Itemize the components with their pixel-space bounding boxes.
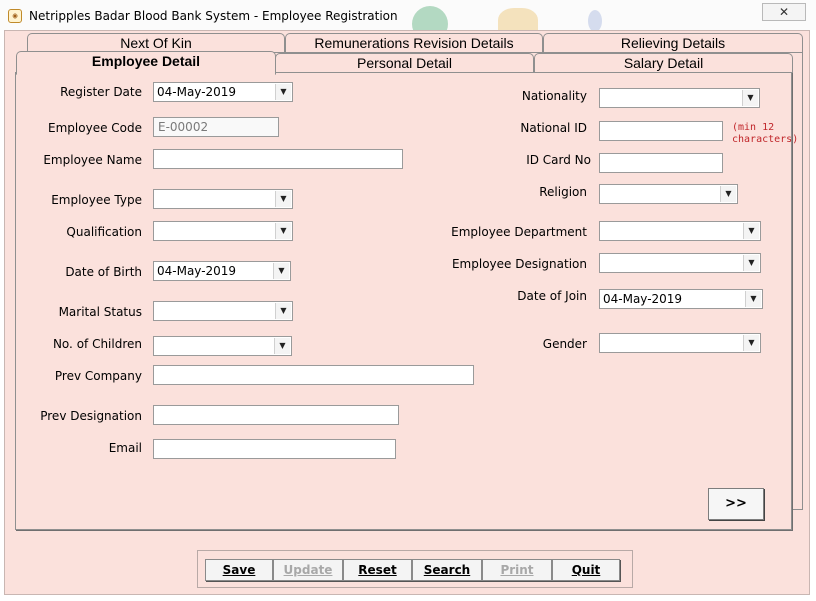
id-card-no-field[interactable] [599,153,723,173]
employee-name-label: Employee Name [43,153,142,167]
employee-department-select[interactable]: ▼ [599,221,761,241]
dropdown-arrow-icon[interactable]: ▼ [275,191,291,207]
employee-type-select[interactable]: ▼ [153,189,293,209]
gender-label: Gender [542,337,587,351]
date-of-birth-picker[interactable]: 04-May-2019 ▼ [153,261,291,281]
register-date-label: Register Date [60,85,142,99]
employee-designation-label: Employee Designation [451,257,587,271]
employee-code-label: Employee Code [48,121,142,135]
religion-select[interactable]: ▼ [599,184,738,204]
date-of-join-label: Date of Join [517,289,587,303]
gender-select[interactable]: ▼ [599,333,761,353]
search-button[interactable]: Search [412,559,482,581]
save-button[interactable]: Save [205,559,273,581]
tab-employee-detail[interactable]: Employee Detail [16,51,276,75]
reset-button[interactable]: Reset [343,559,412,581]
dropdown-arrow-icon[interactable]: ▼ [743,255,759,271]
close-icon: ✕ [778,5,790,19]
nationality-select[interactable]: ▼ [599,88,760,108]
marital-status-label: Marital Status [58,305,142,319]
employee-code-field: E-00002 [153,117,279,137]
no-of-children-label: No. of Children [52,337,142,351]
tab-relieving-details[interactable]: Relieving Details [543,33,803,54]
close-button[interactable]: ✕ [762,3,806,21]
dropdown-arrow-icon[interactable]: ▼ [275,303,291,319]
dropdown-arrow-icon[interactable]: ▼ [275,84,291,100]
date-of-birth-label: Date of Birth [65,265,142,279]
employee-designation-select[interactable]: ▼ [599,253,761,273]
no-of-children-select[interactable]: ▼ [153,336,292,356]
register-date-picker[interactable]: 04-May-2019 ▼ [153,82,293,102]
dropdown-arrow-icon[interactable]: ▼ [275,223,291,239]
next-page-button[interactable]: >> [708,488,764,520]
employee-department-label: Employee Department [451,225,587,239]
nationality-label: Nationality [521,89,587,103]
marital-status-select[interactable]: ▼ [153,301,293,321]
tab-remunerations-revision-details[interactable]: Remunerations Revision Details [285,33,543,54]
dropdown-arrow-icon[interactable]: ▼ [274,338,290,354]
dropdown-arrow-icon[interactable]: ▼ [742,90,758,106]
qualification-label: Qualification [66,225,142,239]
dropdown-arrow-icon[interactable]: ▼ [273,263,289,279]
national-id-hint-line2: characters) [732,134,799,145]
date-of-join-value: 04-May-2019 [603,292,683,306]
national-id-field[interactable] [599,121,723,141]
update-button[interactable]: Update [273,559,343,581]
email-label: Email [108,441,142,455]
dropdown-arrow-icon[interactable]: ▼ [745,291,761,307]
qualification-select[interactable]: ▼ [153,221,293,241]
dropdown-arrow-icon[interactable]: ▼ [743,335,759,351]
employee-type-label: Employee Type [51,193,142,207]
id-card-no-label: ID Card No [526,153,591,167]
prev-company-label: Prev Company [54,369,142,383]
tab-personal-detail[interactable]: Personal Detail [275,53,534,74]
app-icon: ◉ [8,9,22,23]
prev-company-field[interactable] [153,365,474,385]
register-date-value: 04-May-2019 [157,85,237,99]
print-button[interactable]: Print [482,559,552,581]
quit-button[interactable]: Quit [552,559,620,581]
dropdown-arrow-icon[interactable]: ▼ [720,186,736,202]
national-id-label: National ID [520,121,587,135]
national-id-hint-line1: (min 12 [732,122,775,133]
date-of-birth-value: 04-May-2019 [157,264,237,278]
email-field[interactable] [153,439,396,459]
national-id-hint: (min 12 characters) [732,122,798,146]
religion-label: Religion [539,185,587,199]
prev-designation-field[interactable] [153,405,399,425]
date-of-join-picker[interactable]: 04-May-2019 ▼ [599,289,763,309]
tab-salary-detail[interactable]: Salary Detail [534,53,793,74]
window-title: Netripples Badar Blood Bank System - Emp… [29,9,398,23]
dropdown-arrow-icon[interactable]: ▼ [743,223,759,239]
prev-designation-label: Prev Designation [40,409,142,423]
employee-name-field[interactable] [153,149,403,169]
